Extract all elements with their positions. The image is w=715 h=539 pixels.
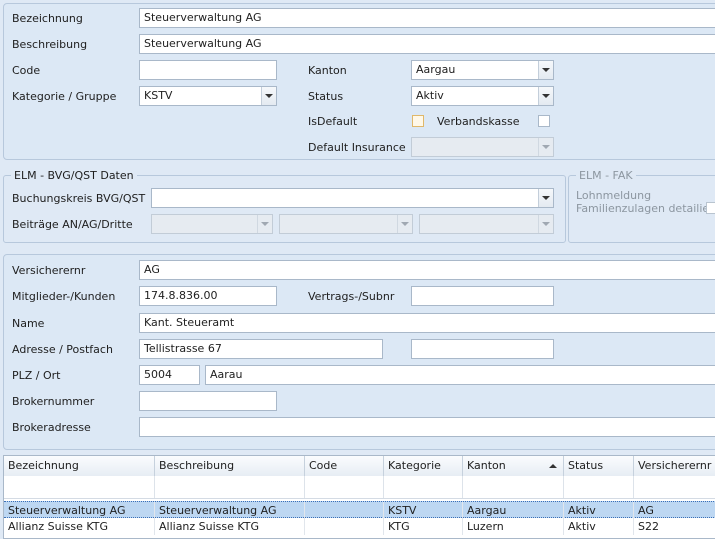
status-select-value: Aktiv	[416, 89, 444, 102]
column-header-versicherernr[interactable]: Versicherernr	[634, 456, 715, 476]
beitraege-an-select[interactable]	[151, 214, 273, 234]
isdefault-label: IsDefault	[308, 115, 358, 128]
beitraege-ag-select[interactable]	[279, 214, 413, 234]
adresse-input[interactable]: Tellistrasse 67	[139, 339, 383, 359]
sort-ascending-icon	[549, 464, 557, 468]
column-header-beschreibung[interactable]: Beschreibung	[155, 456, 305, 476]
name-input[interactable]: Kant. Steueramt	[139, 313, 715, 333]
grid-filter-row[interactable]	[4, 476, 715, 499]
default-insurance-label: Default Insurance	[308, 141, 406, 154]
kanton-select-value: Aargau	[416, 63, 456, 76]
vertrags-label: Vertrags-/Subnr	[308, 290, 395, 303]
ort-input[interactable]: Aarau	[205, 365, 715, 385]
beitraege-label: Beiträge AN/AG/Dritte	[12, 218, 133, 231]
cell-kanton: Aargau	[463, 502, 564, 519]
cell-status: Aktiv	[564, 518, 634, 535]
column-header-bezeichnung[interactable]: Bezeichnung	[4, 456, 155, 476]
kategorie-select[interactable]: KSTV	[139, 86, 277, 106]
name-label: Name	[12, 317, 45, 330]
status-label: Status	[308, 90, 344, 103]
filter-cell[interactable]	[4, 476, 155, 498]
versicherernr-input[interactable]: AG	[139, 260, 715, 280]
cell-kategorie: KSTV	[384, 502, 463, 519]
grid-header: Bezeichnung Beschreibung Code Kategorie …	[4, 456, 715, 477]
column-header-code[interactable]: Code	[305, 456, 384, 476]
filter-cell[interactable]	[305, 476, 384, 498]
brokeradresse-input[interactable]	[139, 417, 715, 437]
chevron-down-icon[interactable]	[538, 87, 553, 105]
chevron-down-icon[interactable]	[538, 138, 553, 156]
cell-bezeichnung: Allianz Suisse KTG	[4, 518, 155, 535]
filter-cell[interactable]	[463, 476, 564, 498]
code-label: Code	[12, 64, 41, 77]
column-header-status[interactable]: Status	[564, 456, 634, 476]
lohnmeldung-label: Lohnmeldung	[576, 189, 652, 202]
brokeradresse-label: Brokeradresse	[12, 421, 91, 434]
filter-cell[interactable]	[564, 476, 634, 498]
cell-beschreibung: Steuerverwaltung AG	[155, 502, 305, 519]
cell-versicherernr: S22	[634, 518, 715, 535]
verbandskasse-checkbox[interactable]	[538, 115, 550, 127]
filter-cell[interactable]	[155, 476, 305, 498]
kanton-label: Kanton	[308, 64, 347, 77]
table-row[interactable]: Allianz Suisse KTG Allianz Suisse KTG KT…	[4, 518, 715, 535]
mitglieder-input[interactable]: 174.8.836.00	[139, 286, 277, 306]
buchungskreis-label: Buchungskreis BVG/QST	[12, 192, 146, 205]
cell-kategorie: KTG	[384, 518, 463, 535]
default-insurance-select[interactable]	[411, 137, 554, 157]
kanton-select[interactable]: Aargau	[411, 60, 554, 80]
brokernummer-label: Brokernummer	[12, 395, 95, 408]
beitraege-dritte-select[interactable]	[419, 214, 554, 234]
chevron-down-icon[interactable]	[257, 215, 272, 233]
filter-cell[interactable]	[634, 476, 715, 498]
chevron-down-icon[interactable]	[538, 215, 553, 233]
chevron-down-icon[interactable]	[261, 87, 276, 105]
cell-bezeichnung: Steuerverwaltung AG	[4, 502, 155, 519]
cell-kanton: Luzern	[463, 518, 564, 535]
cell-code	[305, 518, 384, 535]
elm-bvg-title: ELM - BVG/QST Daten	[11, 169, 137, 182]
kategorie-select-value: KSTV	[144, 89, 173, 102]
beschreibung-input[interactable]: Steuerverwaltung AG	[139, 34, 715, 54]
adresse-label: Adresse / Postfach	[12, 343, 113, 356]
bezeichnung-label: Bezeichnung	[12, 12, 83, 25]
status-select[interactable]: Aktiv	[411, 86, 554, 106]
kategorie-label: Kategorie / Gruppe	[12, 90, 117, 103]
chevron-down-icon[interactable]	[397, 215, 412, 233]
filter-cell[interactable]	[384, 476, 463, 498]
chevron-down-icon[interactable]	[538, 189, 553, 207]
familienzulagen-checkbox[interactable]	[706, 202, 715, 214]
bezeichnung-input[interactable]: Steuerverwaltung AG	[139, 8, 715, 28]
beschreibung-label: Beschreibung	[12, 38, 88, 51]
postfach-input[interactable]	[411, 339, 554, 359]
plz-ort-label: PLZ / Ort	[12, 369, 61, 382]
cell-beschreibung: Allianz Suisse KTG	[155, 518, 305, 535]
buchungskreis-select[interactable]	[151, 188, 554, 208]
brokernummer-input[interactable]	[139, 391, 277, 411]
chevron-down-icon[interactable]	[538, 61, 553, 79]
verbandskasse-label: Verbandskasse	[437, 115, 520, 128]
mitglieder-label: Mitglieder-/Kunden	[12, 290, 116, 303]
code-input[interactable]	[139, 60, 277, 80]
table-row[interactable]: Steuerverwaltung AG Steuerverwaltung AG …	[4, 501, 715, 519]
isdefault-checkbox[interactable]	[412, 115, 424, 127]
plz-input[interactable]: 5004	[139, 365, 200, 385]
column-header-kategorie[interactable]: Kategorie	[384, 456, 463, 476]
versicherernr-label: Versicherernr	[12, 264, 86, 277]
insurance-grid[interactable]: Bezeichnung Beschreibung Code Kategorie …	[3, 455, 715, 539]
elm-fak-title: ELM - FAK	[576, 169, 636, 182]
vertrags-input[interactable]	[411, 286, 554, 306]
cell-versicherernr: AG	[634, 502, 715, 519]
cell-code	[305, 502, 384, 519]
cell-status: Aktiv	[564, 502, 634, 519]
familienzulagen-label: Familienzulagen detailiert	[576, 202, 715, 215]
